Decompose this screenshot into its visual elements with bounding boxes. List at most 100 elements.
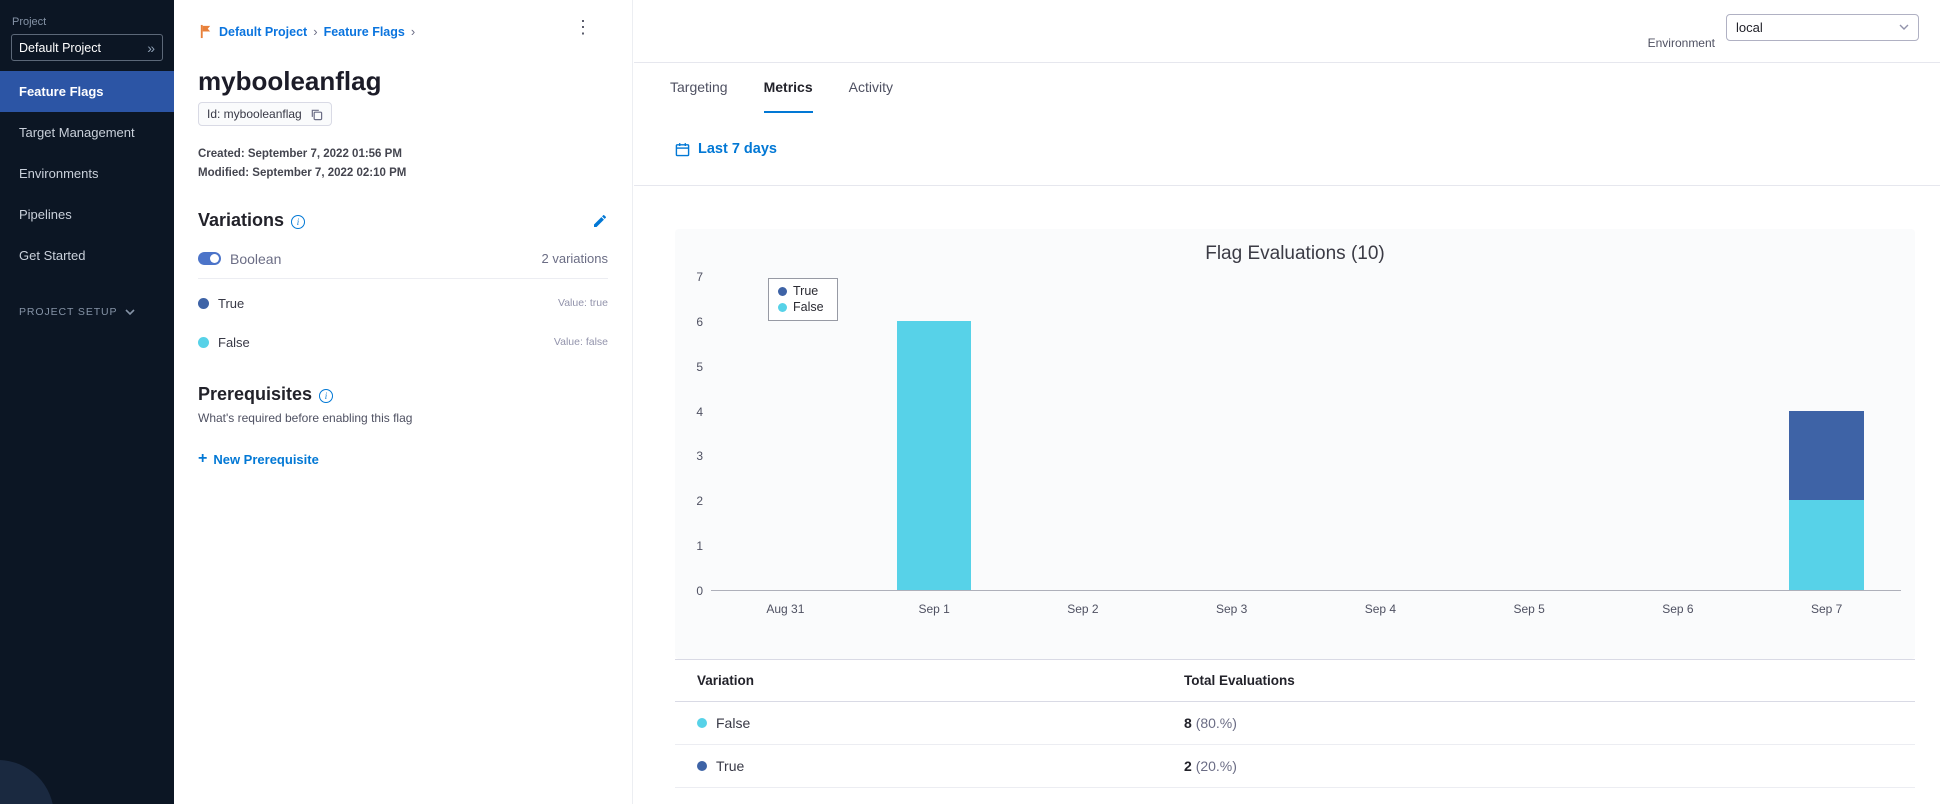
flag-meta: Created: September 7, 2022 01:56 PM Modi… <box>198 145 608 183</box>
chevron-down-icon <box>1899 24 1909 30</box>
project-selector-value: Default Project <box>19 40 101 55</box>
environment-label: Environment <box>1647 36 1715 50</box>
sidebar-item-label: Pipelines <box>19 207 72 222</box>
breadcrumb-separator: › <box>313 24 318 39</box>
flag-title: mybooleanflag <box>198 66 382 96</box>
legend-item-true: True <box>778 284 824 298</box>
sidebar-item-environments[interactable]: Environments <box>0 153 174 194</box>
variation-value: Value: false <box>553 336 608 348</box>
metrics-content: Flag Evaluations (10) 0 1 2 3 4 5 6 7 True False… <box>634 186 1940 788</box>
sidebar-item-label: Target Management <box>19 125 135 140</box>
tabs: Targeting Metrics Activity <box>634 63 1940 113</box>
evaluations-table: Variation Total Evaluations False 8 (80.… <box>675 659 1915 788</box>
legend-dot <box>778 302 787 312</box>
tab-targeting[interactable]: Targeting <box>670 63 728 113</box>
tab-label: Targeting <box>670 79 728 95</box>
legend-item-false: False <box>778 300 824 314</box>
flag-icon <box>200 24 211 39</box>
variations-title: Variations <box>198 210 285 230</box>
variation-row-true: True Value: true <box>198 288 608 318</box>
column-header-variation: Variation <box>675 659 1184 702</box>
flag-id-text: Id: mybooleanflag <box>207 107 302 121</box>
prerequisites-header: Prerequisites i <box>198 384 608 405</box>
project-setup-label: PROJECT SETUP <box>19 306 118 318</box>
sidebar-item-get-started[interactable]: Get Started <box>0 235 174 276</box>
double-chevron-icon: » <box>147 39 155 56</box>
tab-label: Activity <box>848 79 893 95</box>
variation-count: 2 variations <box>541 251 608 266</box>
legend-label: True <box>793 284 819 298</box>
y-tick-label: 0 <box>696 584 703 598</box>
variation-type-label: Boolean <box>230 250 282 267</box>
kebab-menu-icon[interactable]: ⋮ <box>574 18 592 36</box>
y-tick-label: 2 <box>696 494 703 509</box>
calendar-icon[interactable] <box>675 142 690 157</box>
bar-false-sep-7 <box>1789 500 1864 590</box>
y-tick-label: 7 <box>696 270 703 284</box>
column-header-total-evaluations: Total Evaluations <box>1184 659 1915 702</box>
copy-icon[interactable] <box>310 108 323 121</box>
project-setup-toggle[interactable]: PROJECT SETUP <box>0 306 174 318</box>
evaluations-table-card: Variation Total Evaluations False 8 (80.… <box>675 659 1915 788</box>
environment-select-value: local <box>1736 20 1763 35</box>
variation-name: True <box>218 295 245 311</box>
row-count: 8 <box>1184 715 1192 731</box>
row-percent: (80.%) <box>1195 715 1237 731</box>
chart-card: Flag Evaluations (10) 0 1 2 3 4 5 6 7 True False… <box>675 229 1915 659</box>
main-content: Environment local Targeting Metrics Acti… <box>634 0 1940 804</box>
true-variation-dot <box>198 297 209 309</box>
app-window: Project Default Project » Feature Flags … <box>0 0 1940 804</box>
row-percent: (20.%) <box>1195 758 1237 774</box>
x-tick-label: Sep 4 <box>1364 602 1397 616</box>
false-variation-dot <box>198 336 209 348</box>
edit-pencil-icon[interactable] <box>592 213 608 229</box>
y-tick-label: 4 <box>696 404 703 419</box>
table-row-false: False 8 (80.%) <box>675 701 1915 745</box>
tab-activity[interactable]: Activity <box>849 63 893 113</box>
prerequisites-title: Prerequisites <box>198 384 313 404</box>
x-tick-label: Sep 7 <box>1810 602 1843 616</box>
row-variation-name: False <box>716 715 751 731</box>
breadcrumb-separator: › <box>410 24 416 39</box>
row-count: 2 <box>1184 758 1192 774</box>
breadcrumb-link-project[interactable]: Default Project <box>219 25 307 39</box>
daterange-bar: Last 7 days <box>634 113 1940 186</box>
y-tick-label: 6 <box>696 314 703 329</box>
sidebar-item-target-management[interactable]: Target Management <box>0 112 174 153</box>
bar-false-sep-1 <box>896 320 972 590</box>
bar-true-sep-7 <box>1789 410 1864 501</box>
main-header: Environment local <box>634 0 1940 63</box>
new-prerequisite-button[interactable]: + New Prerequisite <box>198 451 319 467</box>
x-tick-label: Sep 1 <box>918 602 950 616</box>
tab-metrics[interactable]: Metrics <box>763 63 813 113</box>
variation-row-false: False Value: false <box>198 327 608 357</box>
chart-x-axis: Aug 31 Sep 1 Sep 2 Sep 3 Sep 4 Sep 5 Sep 6 Sep … <box>711 602 1901 632</box>
x-tick-label: Sep 5 <box>1513 602 1545 616</box>
table-row-true: True 2 (20.%) <box>675 744 1915 788</box>
daterange-button[interactable]: Last 7 days <box>698 141 777 157</box>
created-text: Created: September 7, 2022 01:56 PM <box>198 148 402 160</box>
legend-label: False <box>793 300 824 314</box>
table-header-row: Variation Total Evaluations <box>675 659 1915 702</box>
project-selector[interactable]: Default Project » <box>11 34 163 61</box>
variation-type-row: Boolean 2 variations <box>198 239 608 279</box>
boolean-toggle-icon <box>198 252 221 265</box>
y-tick-label: 5 <box>696 359 703 374</box>
breadcrumb-link-feature-flags[interactable]: Feature Flags <box>324 25 405 39</box>
flag-id-chip: Id: mybooleanflag <box>198 102 332 126</box>
variations-header: Variations i <box>198 210 608 231</box>
project-label: Project <box>12 16 47 28</box>
new-prerequisite-label: New Prerequisite <box>213 451 319 467</box>
chart-legend: True False <box>768 278 838 321</box>
x-tick-label: Sep 6 <box>1662 602 1694 616</box>
tab-label: Metrics <box>763 79 813 95</box>
sidebar-item-feature-flags[interactable]: Feature Flags <box>0 71 174 112</box>
row-variation-name: True <box>716 758 745 774</box>
chart-title: Flag Evaluations (10) <box>1205 243 1385 264</box>
x-tick-label: Aug 31 <box>766 602 805 616</box>
environment-select[interactable]: local <box>1726 14 1919 41</box>
sidebar-item-pipelines[interactable]: Pipelines <box>0 194 174 235</box>
info-icon: i <box>319 388 334 403</box>
chevron-down-icon <box>125 308 136 315</box>
prerequisites-description: What's required before enabling this fla… <box>198 411 413 425</box>
